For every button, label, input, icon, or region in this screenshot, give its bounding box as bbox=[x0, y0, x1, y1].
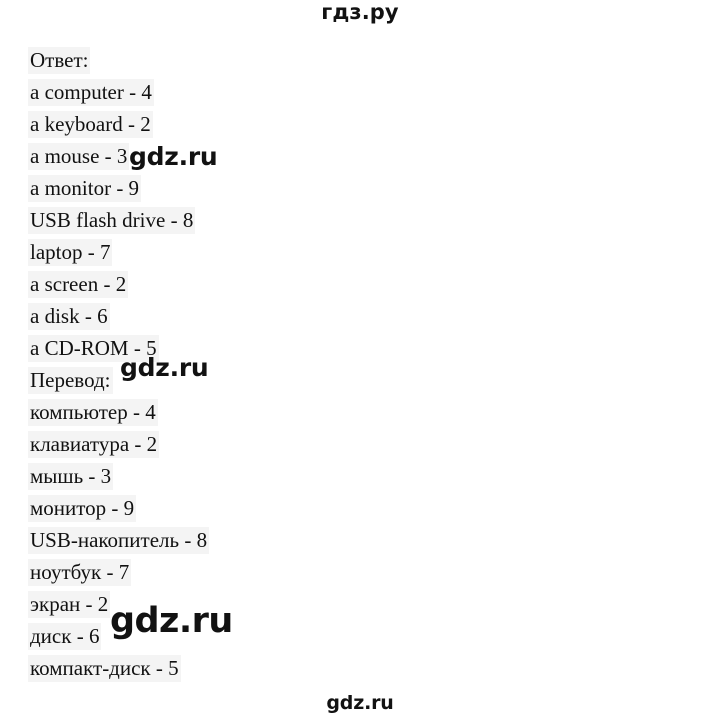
translation-line-text: клавиатура - 2 bbox=[28, 431, 160, 458]
translation-line: компьютер - 4 bbox=[28, 396, 668, 428]
answer-line-text: a screen - 2 bbox=[28, 271, 129, 298]
page-canvas: гдз.ру Ответ: a computer - 4 a keyboard … bbox=[0, 0, 720, 724]
watermark-overlay-2: gdz.ru bbox=[120, 353, 209, 382]
translation-line-text: USB-накопитель - 8 bbox=[28, 527, 210, 554]
translation-line-text: монитор - 9 bbox=[28, 495, 137, 522]
answer-line: laptop - 7 bbox=[28, 236, 668, 268]
answer-line: a mouse - 3 bbox=[28, 140, 668, 172]
answer-line: a keyboard - 2 bbox=[28, 108, 668, 140]
translation-line-text: ноутбук - 7 bbox=[28, 559, 132, 586]
answer-line-text: a computer - 4 bbox=[28, 79, 154, 106]
translation-line-text: компьютер - 4 bbox=[28, 399, 158, 426]
watermark-bottom: gdz.ru bbox=[326, 692, 394, 714]
translation-line-text: диск - 6 bbox=[28, 623, 102, 650]
translation-heading-text: Перевод: bbox=[28, 367, 113, 394]
translation-line: клавиатура - 2 bbox=[28, 428, 668, 460]
translation-line: монитор - 9 bbox=[28, 492, 668, 524]
answer-line-text: USB flash drive - 8 bbox=[28, 207, 196, 234]
translation-line-text: мышь - 3 bbox=[28, 463, 114, 490]
translation-line-text: компакт-диск - 5 bbox=[28, 655, 181, 682]
answer-line-text: a disk - 6 bbox=[28, 303, 110, 330]
answer-heading: Ответ: bbox=[28, 44, 668, 76]
translation-line: компакт-диск - 5 bbox=[28, 652, 668, 684]
answer-line: a computer - 4 bbox=[28, 76, 668, 108]
watermark-top: гдз.ру bbox=[321, 0, 399, 24]
translation-line-text: экран - 2 bbox=[28, 591, 111, 618]
answer-heading-text: Ответ: bbox=[28, 47, 91, 74]
answer-line: a disk - 6 bbox=[28, 300, 668, 332]
answer-line: a monitor - 9 bbox=[28, 172, 668, 204]
answer-line-text: laptop - 7 bbox=[28, 239, 113, 266]
translation-line: ноутбук - 7 bbox=[28, 556, 668, 588]
answer-line-text: a mouse - 3 bbox=[28, 143, 130, 170]
answer-line-text: a keyboard - 2 bbox=[28, 111, 153, 138]
watermark-overlay-1: gdz.ru bbox=[129, 142, 218, 171]
answer-line: USB flash drive - 8 bbox=[28, 204, 668, 236]
translation-line: мышь - 3 bbox=[28, 460, 668, 492]
answer-line: a screen - 2 bbox=[28, 268, 668, 300]
answer-line-text: a monitor - 9 bbox=[28, 175, 142, 202]
watermark-overlay-3: gdz.ru bbox=[110, 601, 233, 641]
translation-line: USB-накопитель - 8 bbox=[28, 524, 668, 556]
